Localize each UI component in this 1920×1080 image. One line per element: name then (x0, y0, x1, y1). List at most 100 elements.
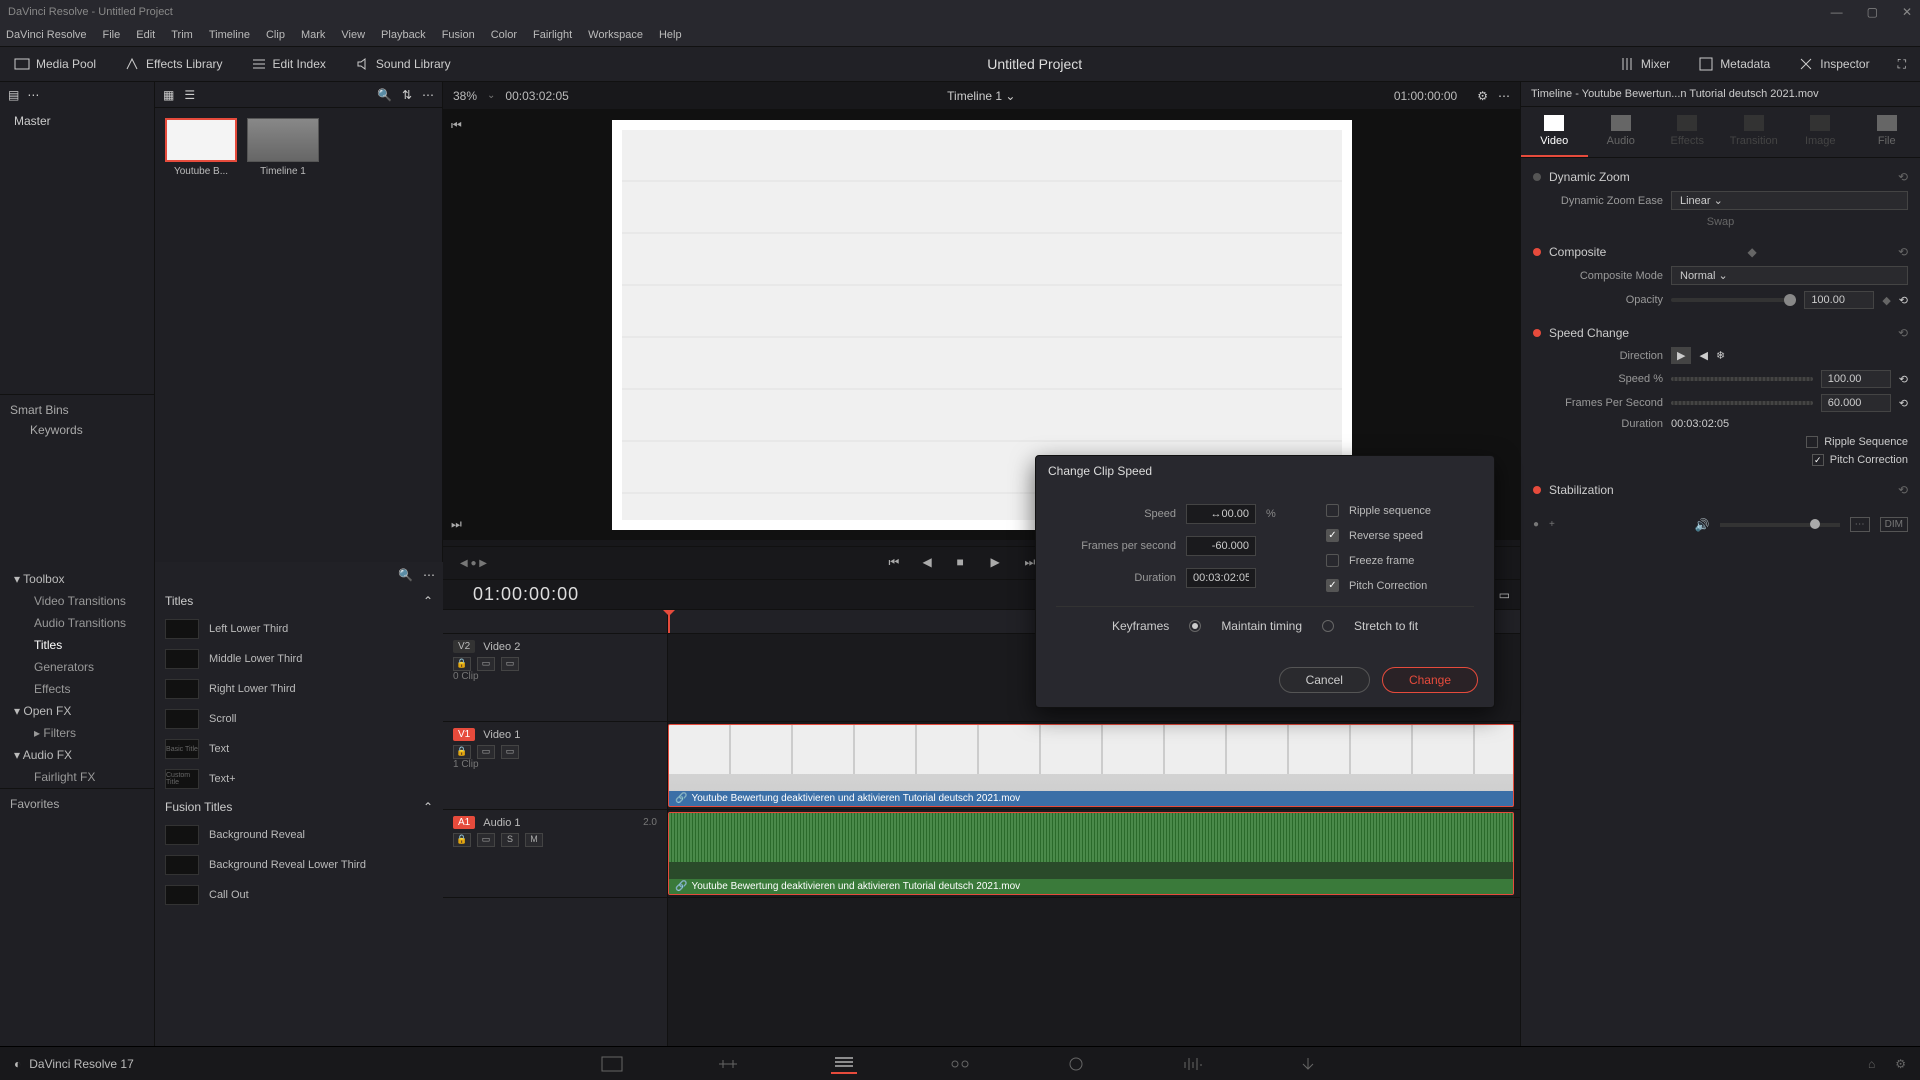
openfx-node[interactable]: ▾ Open FX (0, 700, 154, 722)
stop-button[interactable]: ■ (957, 555, 973, 571)
track-auto-icon[interactable]: ▭ (477, 745, 495, 759)
menu-view[interactable]: View (341, 29, 365, 41)
video-transitions-node[interactable]: Video Transitions (0, 590, 154, 612)
track-lock-icon[interactable]: 🔒 (453, 657, 471, 671)
audio-transitions-node[interactable]: Audio Transitions (0, 612, 154, 634)
title-item[interactable]: Custom TitleText+ (155, 764, 443, 794)
expand-button[interactable]: ⛶ (1884, 57, 1920, 72)
keyframe-icon[interactable]: ◆ (1748, 245, 1757, 259)
dynamic-zoom-header[interactable]: Dynamic Zoom (1549, 170, 1630, 184)
track-enable-icon[interactable]: ▭ (501, 657, 519, 671)
title-item[interactable]: Left Lower Third (155, 614, 443, 644)
speed-change-header[interactable]: Speed Change (1549, 326, 1629, 340)
menu-playback[interactable]: Playback (381, 29, 426, 41)
dim-button[interactable]: DIM (1880, 517, 1908, 532)
fairlightfx-node[interactable]: Fairlight FX (0, 766, 154, 788)
effects-node[interactable]: Effects (0, 678, 154, 700)
reset-icon[interactable]: ⟲ (1898, 326, 1908, 340)
bin-menu-icon[interactable]: ⋯ (27, 88, 39, 102)
page-color[interactable] (1063, 1054, 1089, 1074)
reset-icon[interactable]: ⟲ (1899, 373, 1908, 386)
master-bin[interactable]: Master (0, 108, 154, 134)
viewer-options-icon[interactable]: ⚙ (1477, 89, 1488, 103)
titles-node[interactable]: Titles (0, 634, 154, 656)
ripple-seq-checkbox[interactable] (1806, 436, 1818, 448)
title-item[interactable]: Middle Lower Third (155, 644, 443, 674)
track-auto-icon[interactable]: ▭ (477, 657, 495, 671)
zoom-dropdown-icon[interactable]: ⌄ (487, 90, 495, 101)
inspector-tab-video[interactable]: Video (1521, 107, 1588, 157)
track-solo-icon[interactable]: S (501, 833, 519, 847)
dlg-pitch-checkbox[interactable] (1326, 579, 1339, 592)
window-maximize[interactable]: ▢ (1867, 5, 1878, 19)
bin-view-icon[interactable]: ▤ (8, 88, 19, 102)
volume-slider[interactable] (1720, 523, 1840, 527)
menu-trim[interactable]: Trim (171, 29, 193, 41)
play-button[interactable]: ▶ (991, 555, 1007, 571)
reset-icon[interactable]: ⟲ (1898, 483, 1908, 497)
mixer-button[interactable]: Mixer (1605, 56, 1684, 72)
next-clip-icon[interactable]: ⏭ (451, 517, 462, 532)
dlg-speed-input[interactable] (1186, 504, 1256, 524)
pitch-corr-checkbox[interactable] (1812, 454, 1824, 466)
replace-icon[interactable]: ▭ (1499, 588, 1510, 602)
fps-value[interactable]: 60.000 (1821, 394, 1891, 412)
reset-icon[interactable]: ⟲ (1898, 170, 1908, 184)
effects-library-button[interactable]: Effects Library (110, 47, 236, 81)
menu-mark[interactable]: Mark (301, 29, 325, 41)
fusion-title-item[interactable]: Background Reveal (155, 820, 443, 850)
viewer-more-icon[interactable]: ⋯ (1498, 89, 1510, 103)
track-badge-a1[interactable]: A1 (453, 816, 475, 829)
menu-fairlight[interactable]: Fairlight (533, 29, 572, 41)
opacity-slider[interactable] (1671, 298, 1796, 302)
speed-slider[interactable] (1671, 377, 1813, 381)
collapse-icon[interactable]: ⌃ (423, 594, 433, 608)
video-clip[interactable]: 🔗Youtube Bewertung deaktivieren und akti… (668, 724, 1514, 807)
track-mute-icon[interactable]: M (525, 833, 543, 847)
stabilization-header[interactable]: Stabilization (1549, 483, 1614, 497)
dlg-stretch-radio[interactable] (1322, 620, 1334, 632)
prev-frame-button[interactable]: ◀ (923, 555, 939, 571)
project-settings-icon[interactable]: ⚙ (1895, 1057, 1906, 1071)
menu-file[interactable]: File (103, 29, 121, 41)
inspector-button[interactable]: Inspector (1784, 56, 1883, 72)
viewer-zoom[interactable]: 38% (453, 89, 477, 103)
dlg-freeze-checkbox[interactable] (1326, 554, 1339, 567)
reset-icon[interactable]: ⟲ (1898, 245, 1908, 259)
track-badge-v2[interactable]: V2 (453, 640, 475, 653)
audiofx-node[interactable]: ▾ Audio FX (0, 744, 154, 766)
menu-color[interactable]: Color (491, 29, 517, 41)
page-edit[interactable] (831, 1054, 857, 1074)
toolbox-node[interactable]: ▾ Toolbox (0, 568, 154, 590)
window-minimize[interactable]: — (1831, 5, 1843, 19)
more-icon[interactable]: ⋯ (422, 88, 434, 102)
media-pool-button[interactable]: Media Pool (0, 47, 110, 81)
view-thumb-icon[interactable]: ▦ (163, 88, 174, 102)
menu-timeline[interactable]: Timeline (209, 29, 250, 41)
home-icon[interactable]: ⌂ (1868, 1057, 1875, 1071)
track-a1-lane[interactable]: 🔗Youtube Bewertung deaktivieren und akti… (668, 810, 1520, 898)
sound-library-button[interactable]: Sound Library (340, 47, 465, 81)
effects-search-icon[interactable]: 🔍 (398, 568, 413, 582)
title-item[interactable]: Scroll (155, 704, 443, 734)
menu-app[interactable]: DaVinci Resolve (6, 29, 87, 41)
page-fusion[interactable] (947, 1054, 973, 1074)
track-enable-icon[interactable]: ▭ (501, 745, 519, 759)
dlg-ripple-checkbox[interactable] (1326, 504, 1339, 517)
edit-index-button[interactable]: Edit Index (237, 47, 340, 81)
dlg-maintain-radio[interactable] (1189, 620, 1201, 632)
window-close[interactable]: ✕ (1902, 5, 1912, 19)
metadata-button[interactable]: Metadata (1684, 56, 1784, 72)
search-icon[interactable]: 🔍 (377, 88, 392, 102)
sort-icon[interactable]: ⇅ (402, 88, 412, 102)
dlg-fps-input[interactable] (1186, 536, 1256, 556)
page-fairlight[interactable] (1179, 1054, 1205, 1074)
fps-slider[interactable] (1671, 401, 1813, 405)
menu-help[interactable]: Help (659, 29, 682, 41)
filters-node[interactable]: ▸ Filters (0, 722, 154, 744)
collapse-icon[interactable]: ⌃ (423, 800, 433, 814)
track-lock-icon[interactable]: 🔒 (453, 833, 471, 847)
inspector-tab-audio[interactable]: Audio (1588, 107, 1655, 157)
page-media[interactable] (599, 1054, 625, 1074)
composite-mode-select[interactable]: Normal ⌄ (1671, 266, 1908, 285)
